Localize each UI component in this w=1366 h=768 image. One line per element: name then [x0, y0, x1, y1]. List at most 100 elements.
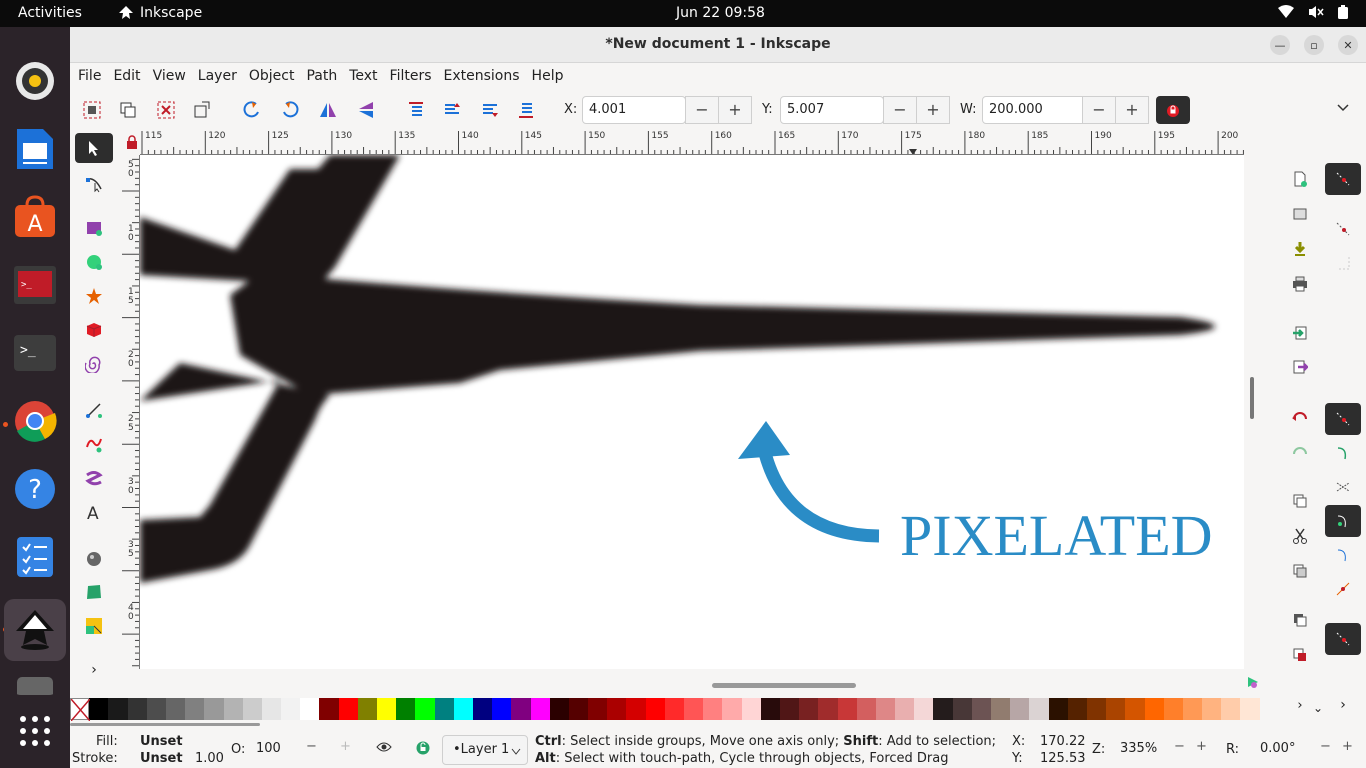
terminal-launcher[interactable]: >_: [11, 329, 59, 377]
snap-bbox-edge-button[interactable]: [1325, 247, 1361, 279]
todo-launcher[interactable]: [11, 533, 59, 581]
calligraphy-tool[interactable]: [75, 463, 113, 493]
menu-layer[interactable]: Layer: [198, 63, 245, 91]
color-swatch[interactable]: [511, 698, 531, 720]
color-swatch[interactable]: [319, 698, 339, 720]
color-swatch[interactable]: [722, 698, 742, 720]
flip-horizontal-button[interactable]: [318, 100, 338, 120]
w-input[interactable]: 200.000: [982, 96, 1086, 124]
color-swatch[interactable]: [108, 698, 128, 720]
rotate-cw-button[interactable]: [280, 100, 300, 120]
select-all-layers-button[interactable]: [118, 100, 138, 120]
close-button[interactable]: ✕: [1338, 35, 1358, 55]
color-swatch[interactable]: [799, 698, 819, 720]
opacity-increment-button[interactable]: +: [340, 739, 351, 754]
snap-smooth-button[interactable]: [1325, 539, 1361, 571]
color-swatch[interactable]: [1125, 698, 1145, 720]
menu-edit[interactable]: Edit: [113, 63, 148, 91]
touch-select-button[interactable]: [192, 100, 212, 120]
color-swatch[interactable]: [453, 698, 473, 720]
snap-path-button[interactable]: [1325, 437, 1361, 469]
current-layer-dropdown[interactable]: •Layer 1: [442, 735, 528, 765]
snap-bbox-button[interactable]: [1325, 213, 1361, 245]
color-swatch[interactable]: [1144, 698, 1164, 720]
minimize-button[interactable]: —: [1270, 35, 1290, 55]
drawing-canvas[interactable]: PIXELATED: [140, 155, 1244, 669]
color-swatch[interactable]: [223, 698, 243, 720]
maximize-button[interactable]: ▫: [1304, 35, 1324, 55]
clone-button[interactable]: [1290, 645, 1310, 665]
horizontal-ruler[interactable]: 115 120 125 130 135 140 145 150 155 160 165 170 175 1…: [140, 129, 1244, 155]
remote-desktop-launcher[interactable]: >_: [11, 261, 59, 309]
spiral-tool[interactable]: [75, 349, 113, 379]
chrome-launcher[interactable]: [11, 397, 59, 445]
color-swatch[interactable]: [952, 698, 972, 720]
color-swatch[interactable]: [1029, 698, 1049, 720]
rectangle-tool[interactable]: [75, 213, 113, 243]
snap-cusp-button[interactable]: [1325, 505, 1361, 537]
flip-vertical-button[interactable]: [356, 100, 376, 120]
color-swatch[interactable]: [914, 698, 934, 720]
show-apps-button[interactable]: [11, 707, 59, 755]
duplicate-button[interactable]: [1290, 610, 1310, 630]
color-swatch[interactable]: [530, 698, 550, 720]
color-swatch[interactable]: [338, 698, 358, 720]
no-paint-swatch[interactable]: [70, 698, 90, 721]
opacity-spinbox[interactable]: 100 − +: [250, 735, 360, 765]
color-swatch[interactable]: [760, 698, 780, 720]
new-document-button[interactable]: [1290, 169, 1310, 189]
disk-launcher[interactable]: [11, 675, 59, 695]
x-input[interactable]: 4.001: [582, 96, 686, 124]
y-decrement-button[interactable]: −: [883, 96, 917, 124]
raise-button[interactable]: [442, 100, 462, 120]
color-swatch[interactable]: [472, 698, 493, 720]
menu-file[interactable]: File: [78, 63, 109, 91]
pencil-tool[interactable]: [75, 429, 113, 459]
color-swatch[interactable]: [1106, 698, 1126, 720]
clock[interactable]: Jun 22 09:58: [676, 5, 765, 21]
import-button[interactable]: [1290, 323, 1310, 343]
color-swatch[interactable]: [1086, 698, 1107, 720]
color-swatch[interactable]: [703, 698, 723, 720]
print-button[interactable]: [1290, 274, 1310, 294]
text-tool[interactable]: A: [75, 497, 113, 527]
color-swatch[interactable]: [89, 698, 109, 720]
stroke-indicator[interactable]: Unset: [140, 751, 183, 766]
zoom-out-button[interactable]: −: [1174, 739, 1185, 754]
color-swatch[interactable]: [664, 698, 684, 720]
vertical-scrollbar[interactable]: [1250, 377, 1254, 419]
color-swatch[interactable]: [396, 698, 416, 720]
inkscape-launcher[interactable]: [4, 599, 66, 661]
color-swatch[interactable]: [165, 698, 186, 720]
select-all-button[interactable]: [82, 100, 102, 120]
open-button[interactable]: [1290, 204, 1310, 224]
color-swatch[interactable]: [818, 698, 838, 720]
toggle-layer-visibility[interactable]: [376, 741, 392, 757]
rotate-decrement-button[interactable]: −: [1320, 739, 1331, 754]
zoom-spinbox[interactable]: 335% − +: [1110, 735, 1218, 765]
raise-to-top-button[interactable]: [406, 100, 426, 120]
spray-tool[interactable]: [75, 543, 113, 573]
w-decrement-button[interactable]: −: [1082, 96, 1116, 124]
color-swatch[interactable]: [741, 698, 761, 720]
color-swatch[interactable]: [645, 698, 665, 720]
menu-help[interactable]: Help: [532, 63, 572, 91]
pen-tool[interactable]: [75, 395, 113, 425]
color-swatch[interactable]: [146, 698, 166, 720]
rotate-increment-button[interactable]: +: [1342, 739, 1353, 754]
color-swatch[interactable]: [415, 698, 435, 720]
export-button[interactable]: [1290, 357, 1310, 377]
copy-button[interactable]: [1290, 491, 1310, 511]
menu-extensions[interactable]: Extensions: [444, 63, 528, 91]
redo-button[interactable]: [1290, 442, 1310, 462]
save-button[interactable]: [1290, 239, 1310, 259]
color-swatch[interactable]: [281, 698, 301, 720]
color-swatch[interactable]: [242, 698, 262, 720]
rhythmbox-launcher[interactable]: [11, 57, 59, 105]
w-increment-button[interactable]: +: [1115, 96, 1149, 124]
y-increment-button[interactable]: +: [916, 96, 950, 124]
stroke-width-value[interactable]: 1.00: [195, 751, 224, 766]
color-swatch[interactable]: [434, 698, 454, 720]
color-swatch[interactable]: [626, 698, 646, 720]
toolbar-overflow-button[interactable]: [1336, 100, 1356, 120]
